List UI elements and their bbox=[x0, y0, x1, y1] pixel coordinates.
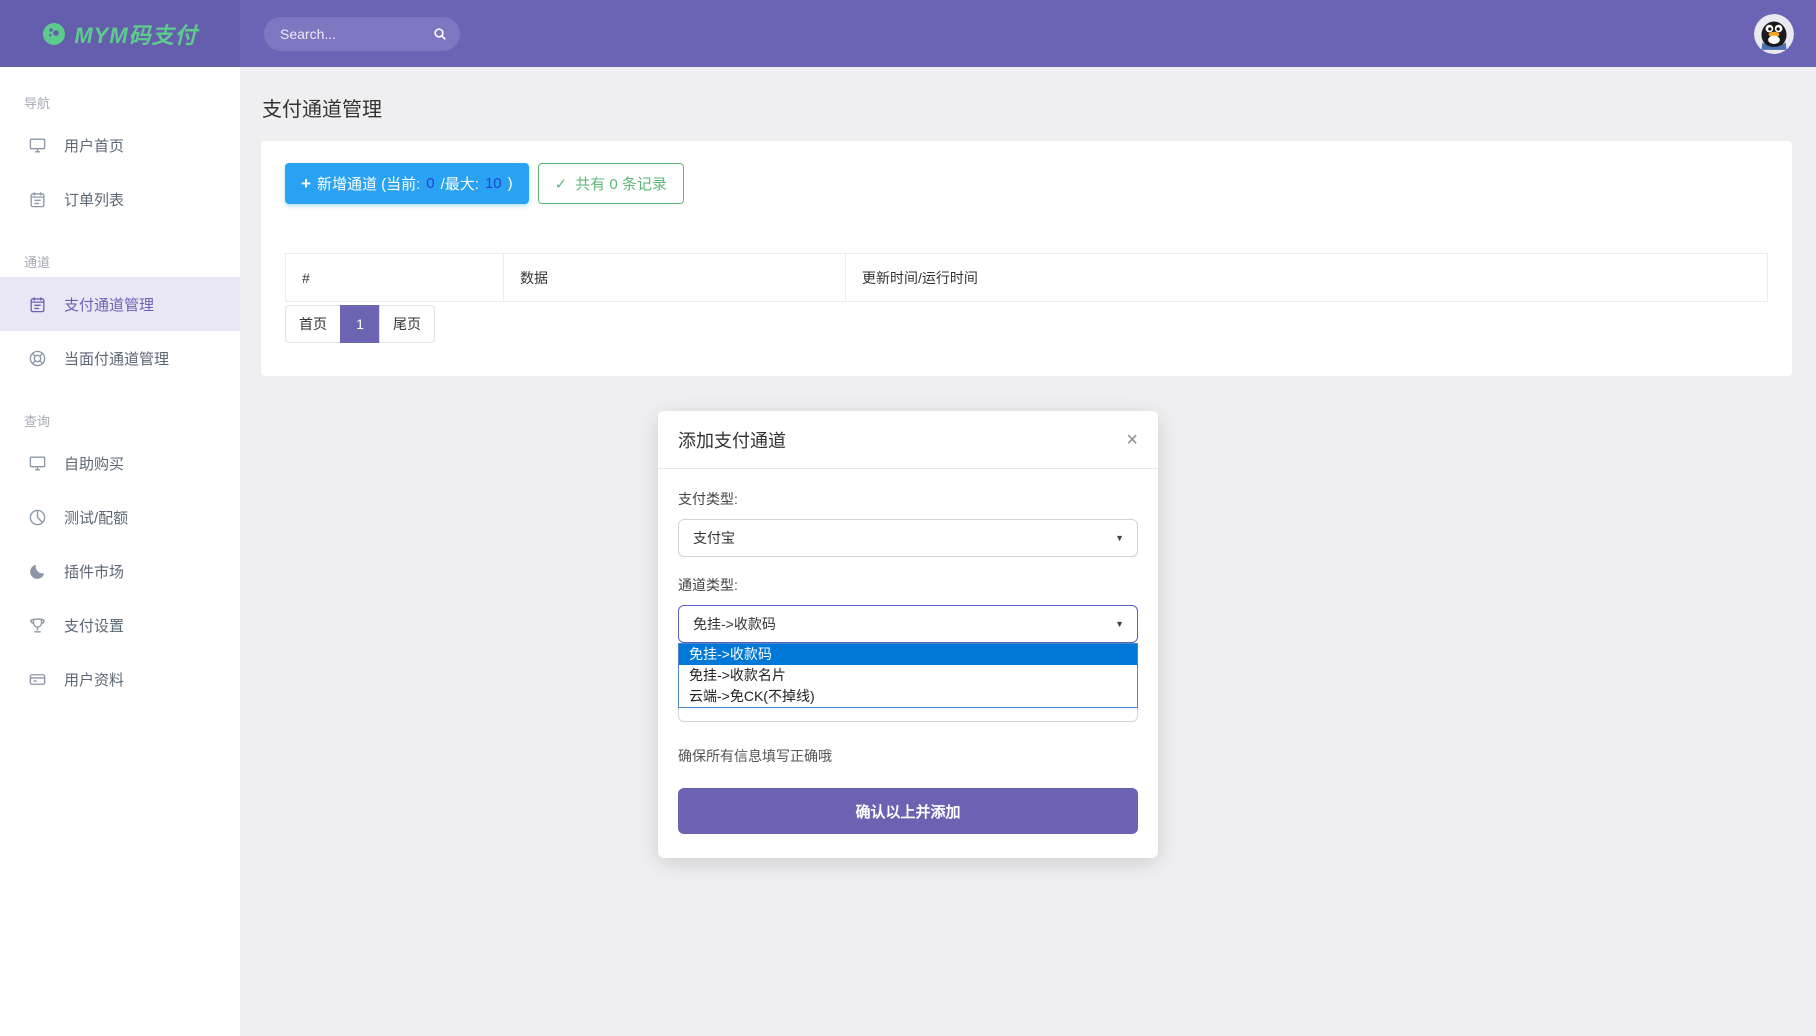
add-payment-channel-modal: 添加支付通道 × 支付类型: 支付宝 ▼ 通道类型: 免挂->收款码 ▼ 免挂-… bbox=[658, 411, 1158, 858]
confirm-add-button[interactable]: 确认以上并添加 bbox=[678, 788, 1138, 834]
search-input[interactable] bbox=[280, 26, 432, 42]
page-title: 支付通道管理 bbox=[240, 67, 1816, 122]
chevron-down-icon: ▼ bbox=[1115, 619, 1124, 629]
sidebar-item-f2f-channel-mgmt[interactable]: 当面付通道管理 bbox=[0, 331, 240, 385]
sidebar-item-label: 用户资料 bbox=[64, 669, 124, 690]
payment-type-value: 支付宝 bbox=[693, 528, 735, 548]
col-header-updated-runtime: 更新时间/运行时间 bbox=[846, 254, 1768, 302]
toolbar: + 新增通道 (当前: 0 /最大: 10 ) ✓ 共有 0 条记录 bbox=[285, 163, 1768, 204]
modal-header: 添加支付通道 × bbox=[658, 411, 1158, 469]
sidebar-item-label: 用户首页 bbox=[64, 135, 124, 156]
lifering-icon bbox=[28, 349, 47, 368]
search-bar bbox=[264, 17, 460, 51]
channel-type-dropdown: 免挂->收款码 免挂->收款名片 云端->免CK(不掉线) bbox=[678, 643, 1138, 708]
sidebar-item-label: 当面付通道管理 bbox=[64, 348, 169, 369]
col-header-data: 数据 bbox=[504, 254, 846, 302]
brand-title: MYM码支付 bbox=[74, 18, 197, 50]
qq-penguin-avatar-icon bbox=[1754, 14, 1794, 54]
trophy-icon bbox=[28, 616, 47, 635]
dropdown-option-cloud-ck[interactable]: 云端->免CK(不掉线) bbox=[679, 686, 1137, 707]
chevron-down-icon: ▼ bbox=[1115, 533, 1124, 543]
add-channel-label-suffix: ) bbox=[508, 175, 513, 192]
user-avatar[interactable] bbox=[1754, 14, 1794, 54]
close-icon[interactable]: × bbox=[1126, 430, 1138, 450]
sidebar-item-payment-settings[interactable]: 支付设置 bbox=[0, 598, 240, 652]
current-channel-count: 0 bbox=[426, 175, 434, 192]
table-header-row: # 数据 更新时间/运行时间 bbox=[286, 254, 1768, 302]
payment-type-select[interactable]: 支付宝 ▼ bbox=[678, 519, 1138, 557]
sidebar: 导航 用户首页 订单列表 通道 支付通道管理 当面付通道管理 查询 自助购买 bbox=[0, 67, 240, 1036]
sidebar-item-label: 插件市场 bbox=[64, 561, 124, 582]
channel-card: + 新增通道 (当前: 0 /最大: 10 ) ✓ 共有 0 条记录 # 数据 … bbox=[261, 141, 1792, 376]
dropdown-option-business-card[interactable]: 免挂->收款名片 bbox=[679, 665, 1137, 686]
sidebar-item-test-quota[interactable]: 测试/配额 bbox=[0, 490, 240, 544]
clipboard-icon bbox=[28, 295, 47, 314]
modal-body: 支付类型: 支付宝 ▼ 通道类型: 免挂->收款码 ▼ 免挂->收款码 免挂->… bbox=[658, 469, 1158, 854]
sidebar-item-label: 订单列表 bbox=[64, 189, 124, 210]
brand-logo-icon bbox=[42, 22, 66, 46]
add-channel-button[interactable]: + 新增通道 (当前: 0 /最大: 10 ) bbox=[285, 163, 529, 204]
piechart-icon bbox=[28, 508, 47, 527]
sidebar-section-channel: 通道 bbox=[0, 226, 240, 277]
sidebar-item-self-purchase[interactable]: 自助购买 bbox=[0, 436, 240, 490]
sidebar-item-label: 支付通道管理 bbox=[64, 294, 154, 315]
col-header-index: # bbox=[286, 254, 504, 302]
brand[interactable]: MYM码支付 bbox=[0, 0, 240, 67]
pagination: 首页 1 尾页 bbox=[285, 305, 435, 343]
sidebar-item-label: 支付设置 bbox=[64, 615, 124, 636]
record-count-label: 共有 0 条记录 bbox=[575, 173, 667, 194]
pagination-first[interactable]: 首页 bbox=[285, 305, 341, 343]
payment-type-label: 支付类型: bbox=[678, 489, 1138, 509]
creditcard-icon bbox=[28, 670, 47, 689]
record-count-button[interactable]: ✓ 共有 0 条记录 bbox=[538, 163, 684, 204]
max-channel-count: 10 bbox=[485, 175, 502, 192]
sidebar-item-order-list[interactable]: 订单列表 bbox=[0, 172, 240, 226]
sidebar-section-nav: 导航 bbox=[0, 67, 240, 118]
dropdown-option-qr-code[interactable]: 免挂->收款码 bbox=[679, 644, 1137, 665]
check-icon: ✓ bbox=[555, 175, 568, 193]
channel-type-label: 通道类型: bbox=[678, 575, 1138, 595]
monitor-icon bbox=[28, 454, 47, 473]
channel-table: # 数据 更新时间/运行时间 bbox=[285, 253, 1768, 302]
pagination-current[interactable]: 1 bbox=[340, 305, 380, 343]
sidebar-item-label: 测试/配额 bbox=[64, 507, 128, 528]
sidebar-item-user-home[interactable]: 用户首页 bbox=[0, 118, 240, 172]
sidebar-item-plugin-market[interactable]: 插件市场 bbox=[0, 544, 240, 598]
clipboard-icon bbox=[28, 190, 47, 209]
add-channel-label-prefix: 新增通道 (当前: bbox=[317, 173, 420, 194]
channel-type-select[interactable]: 免挂->收款码 ▼ bbox=[678, 605, 1138, 643]
sidebar-item-label: 自助购买 bbox=[64, 453, 124, 474]
modal-title: 添加支付通道 bbox=[678, 427, 786, 453]
modal-note: 确保所有信息填写正确哦 bbox=[678, 746, 1138, 766]
pagination-last[interactable]: 尾页 bbox=[379, 305, 435, 343]
sidebar-item-payment-channel-mgmt[interactable]: 支付通道管理 bbox=[0, 277, 240, 331]
moon-icon bbox=[28, 562, 47, 581]
channel-type-value: 免挂->收款码 bbox=[693, 614, 776, 634]
channel-type-select-wrap: 免挂->收款码 ▼ 免挂->收款码 免挂->收款名片 云端->免CK(不掉线) bbox=[678, 605, 1138, 643]
sidebar-item-user-profile[interactable]: 用户资料 bbox=[0, 652, 240, 706]
sidebar-section-query: 查询 bbox=[0, 385, 240, 436]
add-channel-label-separator: /最大: bbox=[441, 173, 479, 194]
monitor-icon bbox=[28, 136, 47, 155]
plus-icon: + bbox=[301, 174, 311, 194]
search-icon[interactable] bbox=[432, 26, 448, 42]
topbar: MYM码支付 bbox=[0, 0, 1816, 67]
